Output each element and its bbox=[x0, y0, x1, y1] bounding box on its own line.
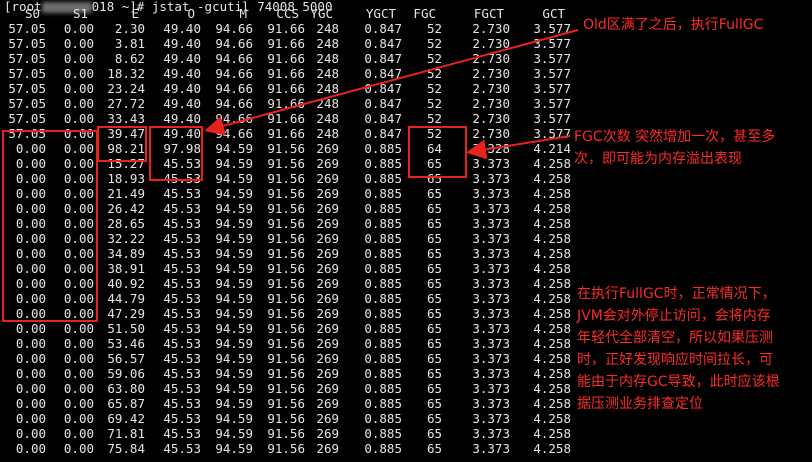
annotation-fullgc-line: 在执行FullGC时，正常情况下， bbox=[577, 286, 776, 302]
annotation-fullgc-line: 时，正好发现响应时间拉长，可 bbox=[577, 352, 773, 368]
annotation-fullgc-line: 能由于内存GC导致，此时应该根 bbox=[577, 374, 780, 390]
annotation-fullgc-explanation: 在执行FullGC时，正常情况下， JVM会对外停止访问，会将内存 年轻代全部清空，… bbox=[577, 283, 809, 415]
annotation-fgc-increase: FGC次数 突然增加一次，甚至多 次，即可能为内存溢出表现 bbox=[574, 126, 810, 170]
annotation-fgc-line-2: 次，即可能为内存溢出表现 bbox=[574, 151, 742, 167]
arrow-to-fgc-box bbox=[466, 135, 571, 160]
annotation-fullgc-line: JVM会对外停止访问，会将内存 bbox=[577, 308, 771, 324]
annotation-old-full: Old区满了之后，执行FullGC bbox=[583, 17, 764, 33]
arrow-to-old-box bbox=[204, 29, 579, 136]
annotation-fullgc-line: 年轻代全部清空，所以如果压测 bbox=[577, 330, 773, 346]
annotation-fgc-line-1: FGC次数 突然增加一次，甚至多 bbox=[574, 129, 776, 145]
annotation-fullgc-line: 据压测业务排查定位 bbox=[577, 396, 703, 412]
